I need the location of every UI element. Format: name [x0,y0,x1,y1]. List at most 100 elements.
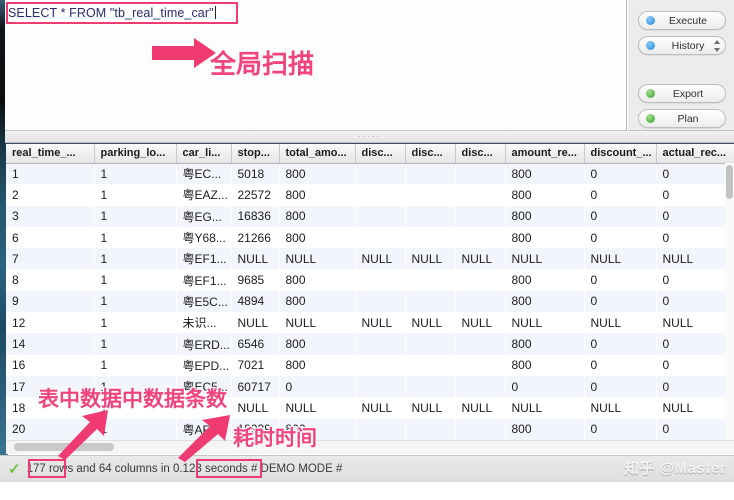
table-cell[interactable] [355,227,405,248]
table-cell[interactable]: 0 [656,291,734,312]
table-cell[interactable]: 60717 [231,376,279,397]
table-cell[interactable]: NULL [231,312,279,333]
execute-button[interactable]: Execute [638,11,726,30]
table-cell[interactable]: 1 [94,355,176,376]
table-cell[interactable]: 0 [584,269,656,290]
table-cell[interactable]: 6 [6,227,94,248]
table-cell[interactable]: 14 [6,333,94,354]
table-cell[interactable] [355,355,405,376]
table-row[interactable]: 14 1 粤ERD... 6546 800 800 0 0 [6,333,734,355]
table-cell[interactable]: 粤ERD... [176,333,231,354]
table-cell[interactable]: 21266 [231,227,279,248]
results-grid[interactable]: real_time_... parking_lo... car_li... stop.… [6,142,734,442]
column-header-5[interactable]: disc... [355,142,406,164]
table-cell[interactable]: 800 [505,419,584,440]
table-row[interactable]: 3 1 粤EG... 16836 800 800 0 0 [6,205,734,227]
table-cell[interactable]: NULL [279,397,355,418]
table-cell[interactable]: 粤EF1... [176,269,231,290]
table-row[interactable]: 9 1 粤E5C... 4894 800 800 0 0 [6,290,734,313]
table-cell[interactable]: 9 [6,291,94,312]
table-cell[interactable]: 0 [656,206,734,227]
table-cell[interactable]: NULL [405,312,455,333]
table-cell[interactable] [455,227,505,248]
table-cell[interactable]: 0 [656,163,734,184]
column-header-0[interactable]: real_time_... [6,142,95,164]
table-cell[interactable]: NULL [455,312,505,333]
table-cell[interactable]: 800 [505,333,584,354]
table-cell[interactable]: NULL [584,397,656,418]
table-row[interactable]: 20 1 粤AF5... 18929 800 800 0 0 [6,418,734,440]
table-cell[interactable]: NULL [405,397,455,418]
table-cell[interactable]: 18 [6,397,94,418]
table-cell[interactable]: 1 [94,397,176,418]
table-cell[interactable]: 18929 [231,419,279,440]
table-cell[interactable]: 0 [584,291,656,312]
table-cell[interactable]: 800 [505,206,584,227]
table-cell[interactable]: NULL [279,248,355,269]
table-cell[interactable]: NULL [355,312,405,333]
table-cell[interactable]: 0 [656,227,734,248]
table-row[interactable]: 17 1 粤EC5... 60717 0 0 0 0 [6,375,734,398]
table-cell[interactable] [405,269,455,290]
table-cell[interactable] [455,291,505,312]
table-cell[interactable]: 800 [279,269,355,290]
table-cell[interactable] [355,269,405,290]
table-cell[interactable]: NULL [584,248,656,269]
table-cell[interactable]: 1 [94,376,176,397]
table-cell[interactable]: 1 [94,419,176,440]
table-cell[interactable]: 0 [656,376,734,397]
table-cell[interactable]: NULL [405,248,455,269]
table-cell[interactable] [405,376,455,397]
column-header-8[interactable]: amount_re... [505,142,585,164]
table-cell[interactable]: 1 [6,163,94,184]
table-cell[interactable] [355,291,405,312]
table-cell[interactable] [355,206,405,227]
table-cell[interactable]: 粤EC... [176,163,231,184]
table-cell[interactable] [455,269,505,290]
table-cell[interactable]: NULL [231,248,279,269]
table-cell[interactable]: 20 [6,419,94,440]
table-cell[interactable]: 800 [279,355,355,376]
table-row[interactable]: 8 1 粤EF1... 9685 800 800 0 0 [6,269,734,291]
column-header-2[interactable]: car_li... [176,142,232,164]
export-button[interactable]: Export [638,84,726,103]
table-cell[interactable]: 0 [656,333,734,354]
grid-horizontal-scrollbar-thumb[interactable] [14,443,114,451]
table-cell[interactable] [455,163,505,184]
sql-editor-pane[interactable]: SELECT * FROM "tb_real_time_car" [5,0,627,131]
table-cell[interactable]: NULL [505,248,584,269]
history-button[interactable]: History [638,36,726,55]
table-cell[interactable]: 粤EG... [176,206,231,227]
table-cell[interactable]: 6546 [231,333,279,354]
table-cell[interactable]: 粤EAZ... [176,184,231,205]
table-cell[interactable] [405,163,455,184]
table-cell[interactable]: 7021 [231,355,279,376]
table-cell[interactable]: NULL [505,397,584,418]
table-cell[interactable]: 0 [584,227,656,248]
table-cell[interactable]: 1 [94,248,176,269]
table-cell[interactable] [455,355,505,376]
table-cell[interactable]: 1 [94,206,176,227]
table-cell[interactable]: 粤EC5... [176,376,231,397]
column-header-6[interactable]: disc... [405,142,456,164]
table-cell[interactable]: 800 [505,227,584,248]
table-cell[interactable] [355,333,405,354]
table-cell[interactable]: 9685 [231,269,279,290]
table-cell[interactable]: 800 [505,291,584,312]
table-cell[interactable]: 0 [584,333,656,354]
table-row[interactable]: 12 1 未识... NULL NULL NULL NULL NULL NULL NULL NULL [6,312,734,334]
table-cell[interactable]: 0 [656,269,734,290]
table-cell[interactable]: 0 [584,376,656,397]
table-cell[interactable] [355,184,405,205]
table-cell[interactable] [455,419,505,440]
table-cell[interactable] [455,206,505,227]
table-cell[interactable]: NULL [355,248,405,269]
table-cell[interactable] [355,163,405,184]
grid-vertical-scrollbar-thumb[interactable] [726,165,733,199]
table-cell[interactable]: 粤Y68... [176,227,231,248]
table-cell[interactable]: NULL [656,397,734,418]
table-cell[interactable]: 0 [656,355,734,376]
table-cell[interactable] [405,333,455,354]
table-cell[interactable]: 800 [279,227,355,248]
table-cell[interactable]: 1 [94,333,176,354]
